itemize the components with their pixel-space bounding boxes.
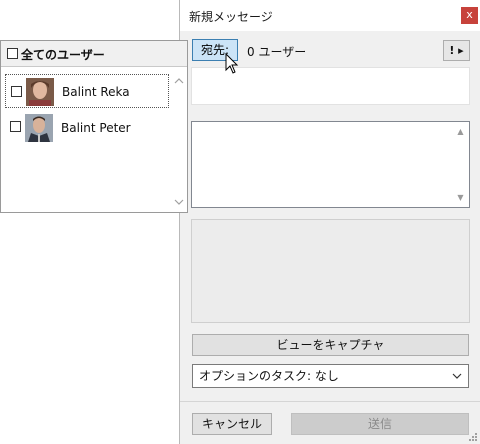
close-button[interactable]: x bbox=[461, 7, 478, 24]
user-name: Balint Reka bbox=[62, 85, 130, 99]
message-text-area[interactable]: ▲ ▼ bbox=[191, 121, 470, 208]
cancel-button[interactable]: キャンセル bbox=[192, 413, 272, 435]
user-row-balint-peter[interactable]: Balint Peter bbox=[5, 111, 169, 145]
priority-button[interactable]: ! ▸ bbox=[443, 40, 470, 61]
scroll-down-icon[interactable]: ▼ bbox=[453, 190, 468, 205]
avatar bbox=[25, 114, 53, 142]
send-button: 送信 bbox=[291, 413, 469, 435]
recipient-count: 0 ユーザー bbox=[247, 45, 307, 59]
user-checkbox[interactable] bbox=[11, 86, 22, 97]
scroll-down-icon[interactable] bbox=[172, 195, 186, 209]
scroll-up-icon[interactable] bbox=[172, 74, 186, 88]
message-scrollbar[interactable]: ▲ ▼ bbox=[453, 123, 468, 206]
optional-task-value: オプションのタスク: なし bbox=[199, 369, 339, 383]
select-all-label: 全てのユーザー bbox=[21, 48, 105, 62]
user-name: Balint Peter bbox=[61, 121, 131, 135]
user-list-scrollbar[interactable] bbox=[172, 74, 186, 209]
scroll-up-icon[interactable]: ▲ bbox=[453, 124, 468, 139]
chevron-down-icon bbox=[452, 365, 462, 396]
user-row-balint-reka[interactable]: Balint Reka bbox=[5, 74, 169, 108]
user-checkbox[interactable] bbox=[10, 121, 21, 132]
select-all-checkbox[interactable] bbox=[7, 48, 18, 59]
optional-task-select[interactable]: オプションのタスク: なし bbox=[192, 364, 469, 388]
user-picker-panel: 全てのユーザー Balint Reka Balint Peter bbox=[0, 40, 188, 213]
mouse-cursor-icon bbox=[225, 53, 239, 74]
resize-grip-icon[interactable] bbox=[468, 432, 478, 442]
avatar bbox=[26, 78, 54, 106]
capture-view-button[interactable]: ビューをキャプチャ bbox=[192, 334, 469, 356]
user-list: Balint Reka Balint Peter bbox=[5, 74, 169, 204]
title-bar: 新規メッセージ x bbox=[180, 0, 480, 31]
select-all-row[interactable]: 全てのユーザー bbox=[1, 41, 187, 67]
attachment-area bbox=[191, 219, 470, 323]
window-title: 新規メッセージ bbox=[189, 10, 273, 24]
footer-divider bbox=[180, 401, 480, 402]
